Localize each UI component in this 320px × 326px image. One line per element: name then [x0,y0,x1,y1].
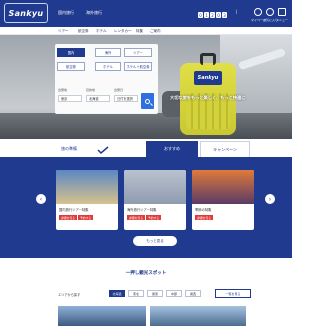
list-button[interactable]: 一覧を見る [215,289,251,298]
search-option[interactable]: 航空券 [57,62,85,71]
promo-detail-button[interactable]: 詳細を見る [127,215,145,220]
departure-field[interactable]: 東京 [58,95,82,102]
nav-item[interactable]: 航空券 [78,29,89,34]
menu-icon[interactable] [278,8,286,16]
nav-link-domestic[interactable]: 国内旅行 [58,10,74,16]
promo-detail-button[interactable]: 詳細を見る [59,215,77,220]
promo-carousel: ‹ 国内旅行ツアー特集 詳細を見る 予約する 海外旅行ツアー特集 詳細を見る 予… [0,158,292,258]
suitcase-tag: Sankyu [194,71,222,85]
promo-card-image [124,170,186,204]
area-tab[interactable]: 関西 [185,290,201,297]
nav-item[interactable]: レンタカー [114,29,132,34]
spot-photo[interactable] [150,306,246,326]
field-label-departure: 出発地 [58,88,68,92]
promo-card-image [56,170,118,204]
search-option[interactable]: 国内 [57,48,85,57]
phone-number: 0 1 2 0 3 [198,12,227,18]
search-option[interactable]: ホテル＋航空券 [124,62,152,71]
promo-book-button[interactable]: 予約する [146,215,162,220]
area-tab[interactable]: 中部 [166,290,182,297]
chevron-left-icon[interactable]: ‹ [36,194,46,204]
promo-card-caption: 季節の特集 [195,208,212,212]
global-nav: ツアー 航空券 ホテル レンタカー 特集 ご案内 [0,27,292,35]
area-tab[interactable]: 関東 [147,290,163,297]
tabs-bar: 旅の準備 おすすめ キャンペーン [0,139,292,158]
phone-digit: 2 [210,12,215,18]
phone-digit: 0 [216,12,221,18]
spots-section: 一押し観光スポット エリアから探す 北海道 東北 関東 中部 関西 一覧を見る [0,258,292,326]
more-button[interactable]: もっと見る [133,236,177,246]
hero-floor [0,113,292,139]
promo-detail-button[interactable]: 詳細を見る [195,215,213,220]
destination-field[interactable]: 北海道 [86,95,110,102]
section-title: 一押し観光スポット [125,271,167,276]
tab-campaign[interactable]: キャンペーン [200,141,250,157]
nav-item[interactable]: 特集 [136,29,143,34]
nav-link-overseas[interactable]: 海外旅行 [86,10,102,16]
promo-card[interactable]: 季節の特集 詳細を見る [192,170,254,230]
nav-item[interactable]: ご案内 [150,29,161,34]
promo-book-button[interactable]: 予約する [78,215,94,220]
check-icon [97,146,109,154]
area-tab[interactable]: 北海道 [109,290,125,297]
search-option[interactable]: 海外 [95,48,121,57]
search-option[interactable]: ホテル [95,62,121,71]
chevron-right-icon[interactable]: › [265,194,275,204]
divider-icon: | [236,9,238,14]
search-option[interactable]: ツアー [124,48,152,57]
promo-card[interactable]: 国内旅行ツアー特集 詳細を見る 予約する [56,170,118,230]
menu-icon-label: メニュー [276,18,289,22]
phone-digit: 1 [204,12,209,18]
promo-card[interactable]: 海外旅行ツアー特集 詳細を見る 予約する [124,170,186,230]
date-field[interactable]: 日付を選択 [114,95,138,102]
tab-preparation[interactable]: 旅の準備 [40,141,98,157]
suitcase-handle [200,53,216,65]
logo[interactable]: Sankyu [4,3,48,23]
hero-catchphrase: 大切な旅をもっと楽しく、もっと快適に [170,95,246,100]
promo-card-caption: 国内旅行ツアー特集 [59,208,89,212]
nav-item[interactable]: ホテル [96,29,107,34]
site-header: Sankyu 国内旅行 海外旅行 0 1 2 0 3 | マイページ お気に入り… [0,0,292,27]
phone-digit: 0 [198,12,203,18]
field-label-destination: 目的地 [86,88,96,92]
promo-card-caption: 海外旅行ツアー特集 [127,208,157,212]
area-label: エリアから探す [58,293,81,297]
search-button[interactable] [141,93,154,109]
tab-recommend[interactable]: おすすめ [146,141,198,157]
heart-icon[interactable] [266,8,274,16]
phone-digit: 3 [222,12,227,18]
search-icon [145,98,150,104]
area-tab[interactable]: 東北 [128,290,144,297]
promo-card-image [192,170,254,204]
spot-photo[interactable] [58,306,146,326]
nav-item[interactable]: ツアー [58,29,68,34]
user-icon[interactable] [254,8,262,16]
field-label-date: 出発日 [114,88,124,92]
